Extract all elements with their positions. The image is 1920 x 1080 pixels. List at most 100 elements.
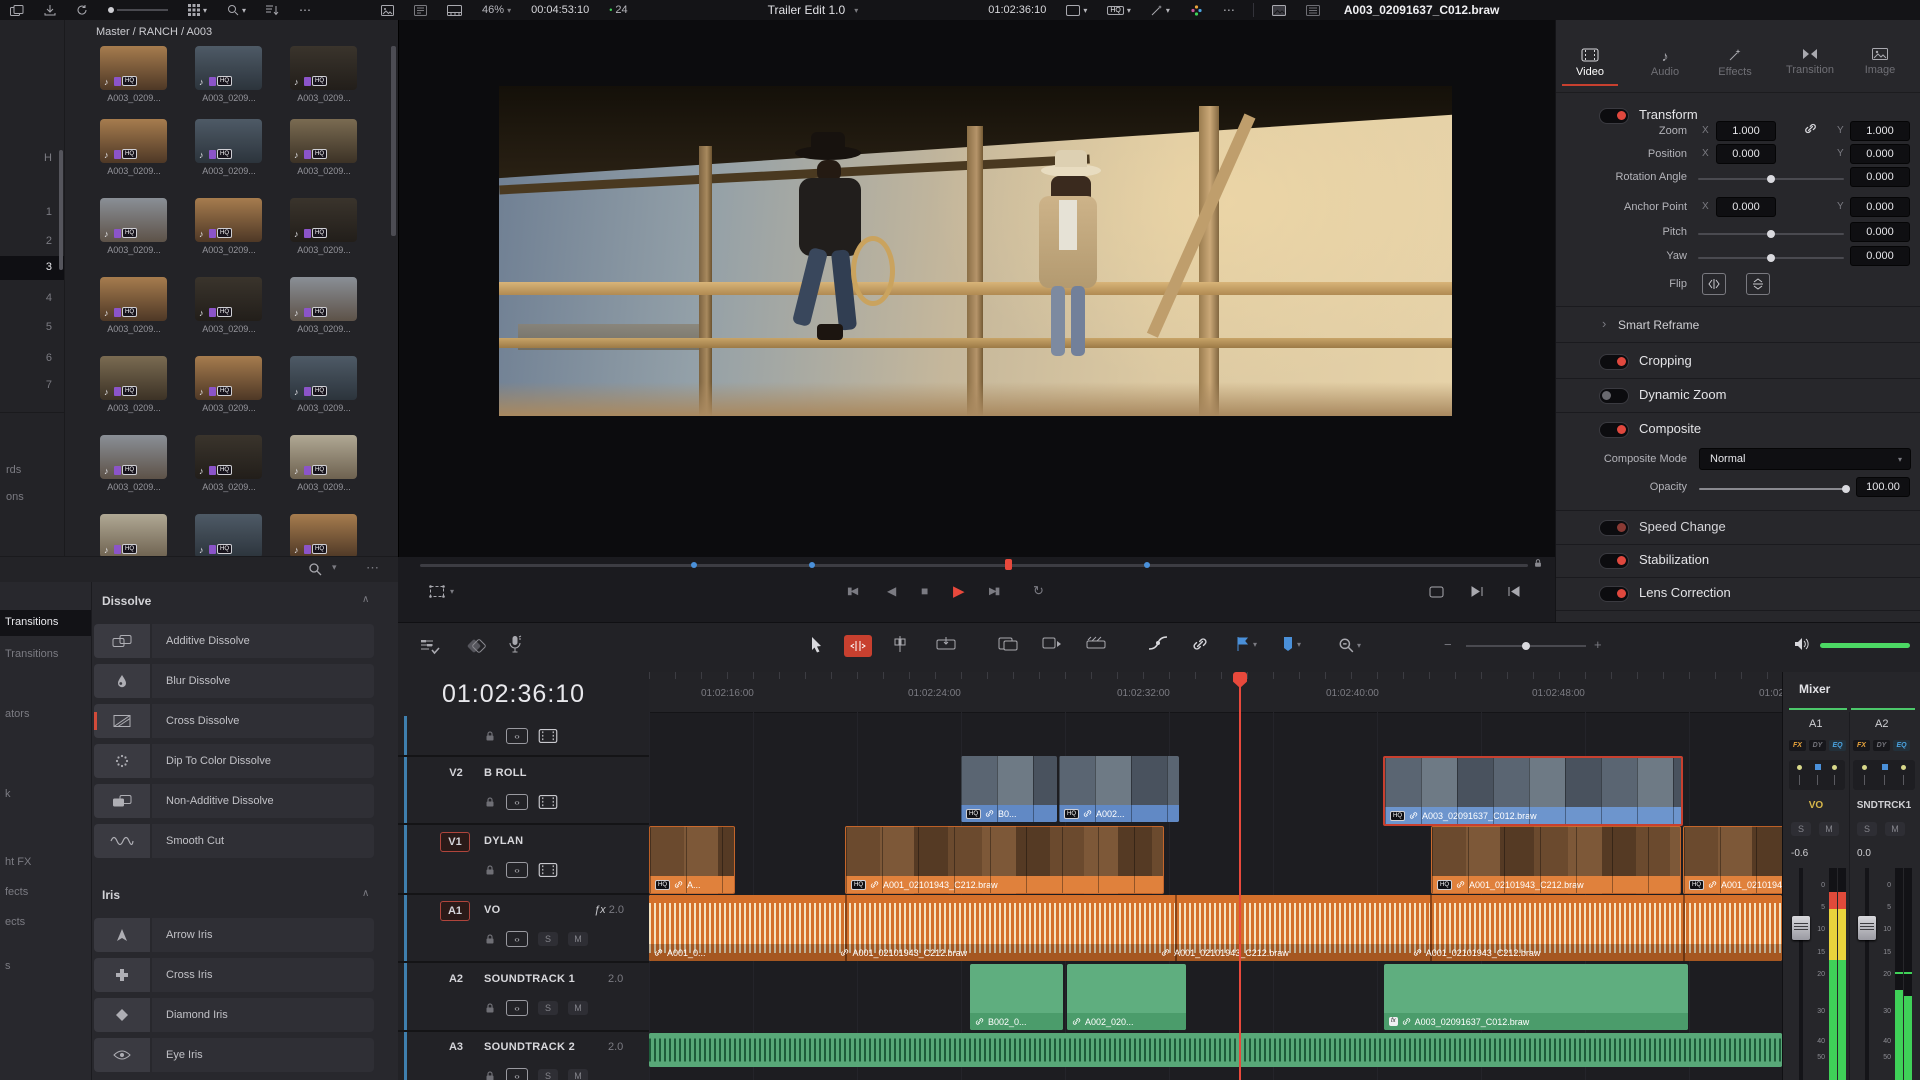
transition-item-additive-dissolve[interactable]: Additive Dissolve <box>94 624 374 658</box>
rail-item[interactable]: s <box>5 960 11 972</box>
viewer-mode-icon-2[interactable] <box>414 5 427 16</box>
bin-item[interactable]: 2 <box>46 235 52 247</box>
media-clip-thumbnail[interactable]: ♪HQ <box>195 356 262 400</box>
timeline-view-options-icon[interactable] <box>420 639 440 655</box>
transition-item-blur-dissolve[interactable]: Blur Dissolve <box>94 664 374 698</box>
position-y-field[interactable]: 0.000 <box>1850 144 1910 164</box>
fit-to-fill-icon[interactable] <box>1086 636 1106 652</box>
flag-icon[interactable]: ▾ <box>1236 636 1257 652</box>
rail-item[interactable]: fects <box>5 886 28 898</box>
bin-item[interactable]: 7 <box>46 379 52 391</box>
timeline-clip-a2[interactable]: A002_020... <box>1067 964 1186 1030</box>
media-clip-thumbnail[interactable]: ♪HQ <box>195 514 262 558</box>
timeline-clip-v2[interactable]: HQA002... <box>1059 756 1179 822</box>
lock-icon[interactable] <box>484 1070 496 1080</box>
media-clip-thumbnail[interactable]: ♪HQ <box>290 514 357 558</box>
retime-curve-icon[interactable] <box>1148 636 1168 652</box>
transport-loop-button[interactable]: ↻ <box>1033 583 1044 599</box>
anchor-x-field[interactable]: 0.000 <box>1716 197 1776 217</box>
inspector-list-panel-icon[interactable] <box>1306 5 1320 16</box>
section-title-smart-reframe[interactable]: Smart Reframe <box>1618 318 1699 332</box>
proxy-quality-icon[interactable]: HQ ▾ <box>1107 6 1131 15</box>
bin-item[interactable]: 4 <box>46 292 52 304</box>
transport-play-button[interactable]: ▶ <box>953 582 965 600</box>
collapse-icon[interactable]: ∧ <box>362 594 369 605</box>
replace-edit-icon[interactable] <box>1042 636 1062 652</box>
timeline-clip-a2[interactable]: B002_0... <box>970 964 1063 1030</box>
media-clip-thumbnail[interactable]: ♪HQ <box>195 198 262 242</box>
search-icon[interactable] <box>308 562 322 576</box>
stabilization-toggle[interactable] <box>1599 553 1629 569</box>
track-a1-content[interactable]: A001_0... A001_02101943_C212.braw A001_0… <box>649 895 1782 961</box>
timeline-selector[interactable]: Trailer Edit 1.0 ▾ <box>768 3 859 17</box>
tab-effects[interactable]: Effects <box>1705 48 1765 78</box>
tab-image[interactable]: Image <box>1850 48 1910 76</box>
timeline-playhead[interactable] <box>1239 672 1241 1080</box>
scrollbar[interactable] <box>59 150 63 270</box>
bin-item[interactable]: H <box>44 152 52 164</box>
speed-change-toggle[interactable] <box>1599 520 1629 536</box>
rail-item[interactable]: Transitions <box>5 648 58 660</box>
solo-button[interactable]: S <box>538 1001 558 1015</box>
mixer-ch1-fader-slot[interactable] <box>1799 868 1803 1080</box>
opacity-slider[interactable] <box>1699 488 1847 490</box>
transition-item-smooth-cut[interactable]: Smooth Cut <box>94 824 374 858</box>
master-volume-slider[interactable] <box>1820 643 1910 648</box>
media-clip-thumbnail[interactable]: ♪HQ <box>290 119 357 163</box>
zoom-x-field[interactable]: 1.000 <box>1716 121 1776 141</box>
timeline-zoom-slider[interactable] <box>1466 645 1586 647</box>
lock-icon[interactable] <box>484 796 496 808</box>
dynamics-chip[interactable]: DY <box>1873 740 1890 751</box>
viewer-resize-icon[interactable] <box>1429 586 1444 598</box>
filmstrip-icon[interactable] <box>538 729 558 743</box>
eq-chip[interactable]: EQ <box>1829 740 1846 751</box>
breadcrumb[interactable]: Master / RANCH / A003 <box>96 26 212 38</box>
media-clip-thumbnail[interactable]: ♪HQ <box>100 198 167 242</box>
bin-item[interactable]: 1 <box>46 206 52 218</box>
fx-chip[interactable]: FX <box>1853 740 1870 751</box>
timeline-timecode[interactable]: 01:02:36:10 <box>442 680 585 709</box>
rail-item[interactable]: ators <box>5 708 29 720</box>
transport-stop-button[interactable]: ■ <box>921 584 928 598</box>
viewer-zoom-select[interactable]: 46% ▾ <box>482 4 511 16</box>
track-v1-name[interactable]: DYLAN <box>484 835 523 847</box>
auto-select-icon[interactable]: ‹› <box>506 794 528 810</box>
position-x-field[interactable]: 0.000 <box>1716 144 1776 164</box>
timeline-ruler[interactable]: 01:02:16:00 01:02:24:00 01:02:32:00 01:0… <box>649 672 1782 713</box>
media-clip-thumbnail[interactable]: ♪HQ <box>100 119 167 163</box>
grid-scrollbar[interactable] <box>391 46 396 236</box>
scrubber-marker-blue[interactable] <box>691 562 697 568</box>
track-a1-badge[interactable]: A1 <box>440 901 470 921</box>
media-clip-thumbnail[interactable]: ♪HQ <box>195 435 262 479</box>
media-clip-thumbnail[interactable]: ♪HQ <box>195 277 262 321</box>
mixer-ch2-fader-handle[interactable] <box>1858 916 1876 940</box>
tab-video[interactable]: Video <box>1560 48 1620 78</box>
viewer-scrubber[interactable] <box>420 564 1528 567</box>
track-a3-content[interactable] <box>649 1033 1782 1067</box>
section-title-composite[interactable]: Composite <box>1639 421 1701 436</box>
transition-item-diamond-iris[interactable]: Diamond Iris <box>94 998 374 1032</box>
sync-icon[interactable] <box>76 4 88 16</box>
zoom-y-field[interactable]: 1.000 <box>1850 121 1910 141</box>
yaw-field[interactable]: 0.000 <box>1850 246 1910 266</box>
timeline-zoom-icon[interactable]: ▾ <box>1338 637 1361 653</box>
mic-icon[interactable] <box>508 635 522 655</box>
sort-icon[interactable] <box>266 5 279 16</box>
mute-button[interactable]: M <box>568 1069 588 1080</box>
selection-tool-icon[interactable] <box>810 636 823 654</box>
timeline-clip-v1[interactable]: HQA001_02101943_C212.braw <box>1431 826 1681 894</box>
transport-reverse-button[interactable]: ◀ <box>887 584 896 598</box>
bin-item-selected[interactable]: 3 <box>46 261 52 273</box>
mixer-ch1-fader-handle[interactable] <box>1792 916 1810 940</box>
transition-item-cross-iris[interactable]: Cross Iris <box>94 958 374 992</box>
transport-skip-start-button[interactable]: ▮◀ <box>847 586 856 597</box>
rotation-slider[interactable] <box>1698 178 1844 180</box>
timeline-clip-v1[interactable]: HQA... <box>649 826 735 894</box>
lens-correction-toggle[interactable] <box>1599 586 1629 602</box>
marker-icon[interactable]: ▾ <box>1282 636 1301 652</box>
filmstrip-icon[interactable] <box>538 863 558 877</box>
rail-item[interactable]: ects <box>5 916 25 928</box>
flip-vertical-button[interactable] <box>1746 273 1770 295</box>
transition-item-cross-dissolve[interactable]: Cross Dissolve <box>94 704 374 738</box>
yaw-slider[interactable] <box>1698 257 1844 259</box>
